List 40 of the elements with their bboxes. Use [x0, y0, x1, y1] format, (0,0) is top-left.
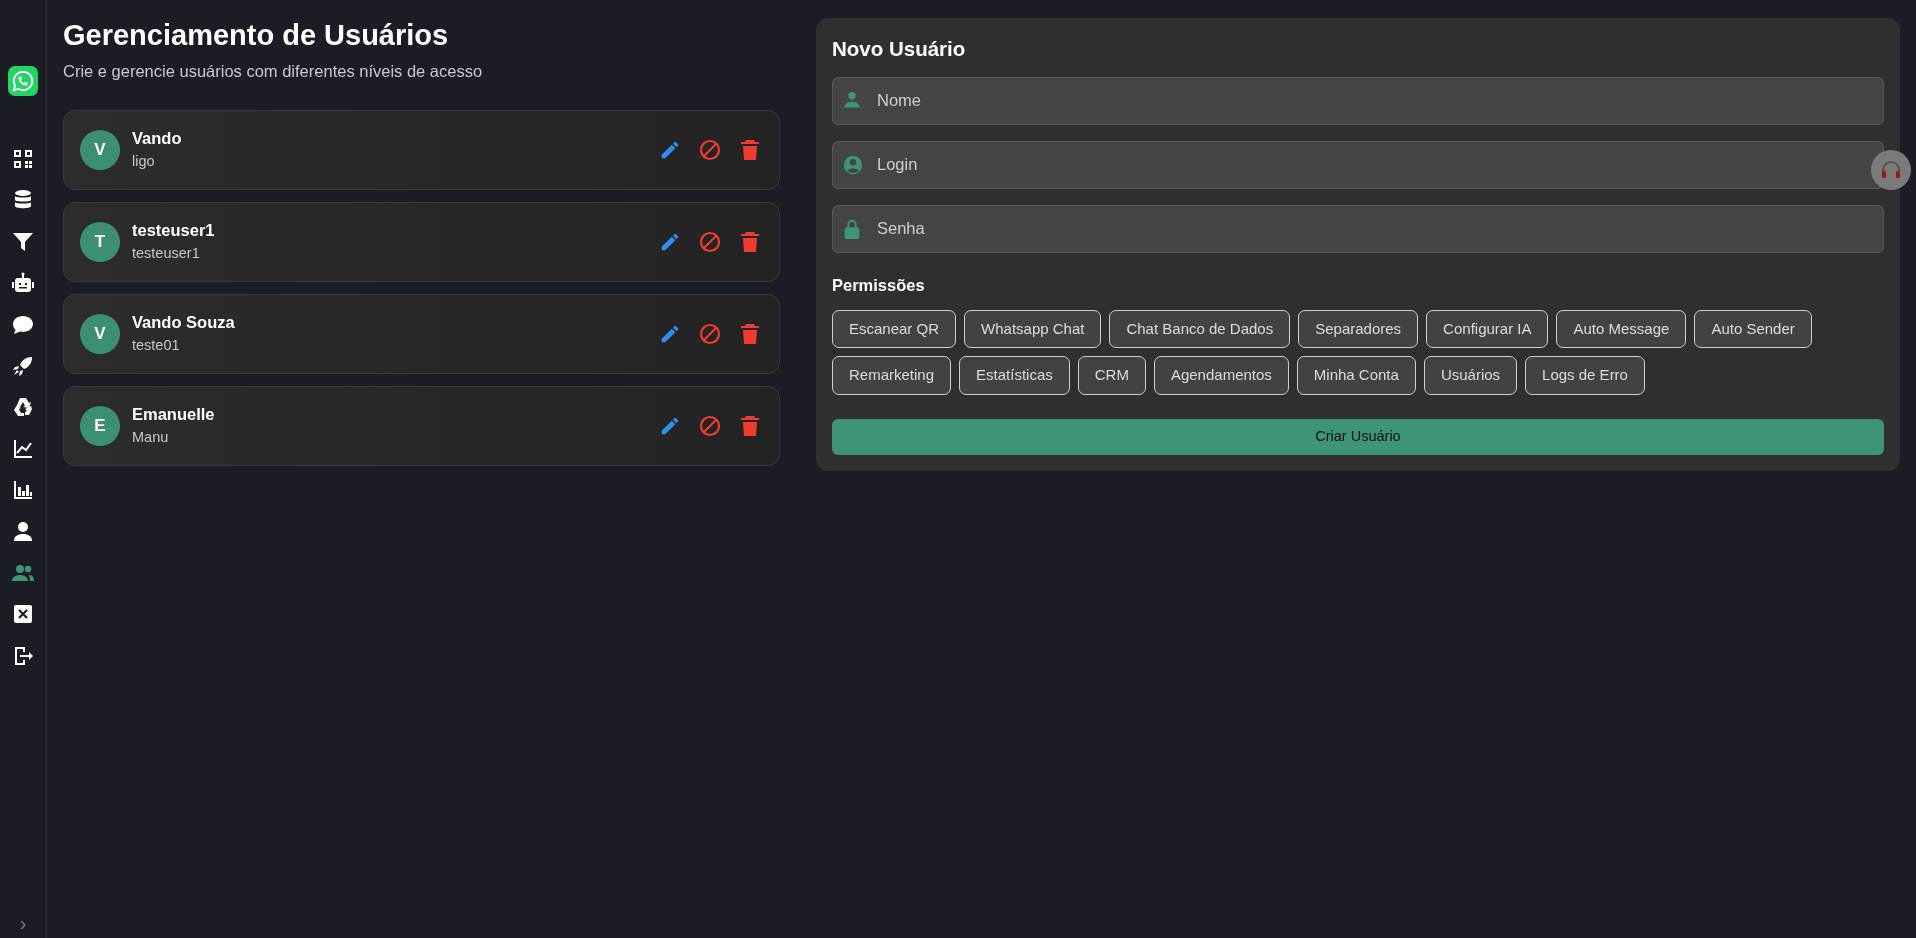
permission-chip[interactable]: Separadores	[1298, 309, 1419, 348]
permissions-label: Permissões	[832, 274, 926, 296]
page-subtitle: Crie e gerencie usuários com diferentes níveis de acesso	[63, 60, 484, 82]
avatar: V	[80, 129, 120, 170]
create-user-button[interactable]: Criar Usuário	[832, 418, 1884, 455]
account-icon	[842, 153, 864, 176]
input-field[interactable]: Senha	[832, 204, 1884, 253]
avatar: V	[80, 313, 120, 354]
user-login: testeuser1	[132, 244, 201, 264]
avatar: T	[80, 221, 120, 262]
page-title: Gerenciamento de Usuários	[63, 18, 450, 53]
permission-chip[interactable]: Agendamentos	[1153, 356, 1289, 395]
permission-chip[interactable]: CRM	[1077, 356, 1146, 395]
headset-button[interactable]	[1871, 150, 1911, 190]
user-login: ligo	[132, 152, 156, 172]
permission-chip[interactable]: Remarketing	[832, 356, 952, 395]
permission-chip[interactable]: Escanear QR	[832, 309, 957, 348]
user-name: Emanuelle	[132, 404, 216, 426]
permission-chip[interactable]: Chat Banco de Dados	[1109, 309, 1291, 348]
form-title: Novo Usuário	[832, 36, 967, 62]
lock-icon	[842, 217, 862, 240]
permission-chip[interactable]: Estatísticas	[959, 356, 1070, 395]
avatar: E	[80, 405, 120, 446]
input-field[interactable]: Login	[832, 140, 1884, 189]
chat-logo-icon	[8, 66, 38, 96]
user-login: teste01	[132, 336, 181, 356]
input-field[interactable]: Nome	[832, 76, 1884, 125]
permission-chip[interactable]: Usuários	[1423, 356, 1518, 395]
permission-chip[interactable]: Auto Sender	[1694, 309, 1812, 348]
permission-chip[interactable]: Configurar IA	[1426, 309, 1549, 348]
permission-chip[interactable]: Logs de Erro	[1525, 356, 1645, 395]
user-name: testeuser1	[132, 220, 216, 242]
permission-chip[interactable]: Auto Message	[1556, 309, 1687, 348]
expand-button[interactable]: ›	[13, 912, 33, 934]
person-icon	[842, 89, 862, 110]
user-name: Vando	[132, 128, 183, 150]
permission-chip[interactable]: Minha Conta	[1296, 356, 1416, 395]
permission-chip[interactable]: Whatsapp Chat	[964, 309, 1102, 348]
user-name: Vando Souza	[132, 312, 236, 334]
user-login: Manu	[132, 428, 170, 448]
